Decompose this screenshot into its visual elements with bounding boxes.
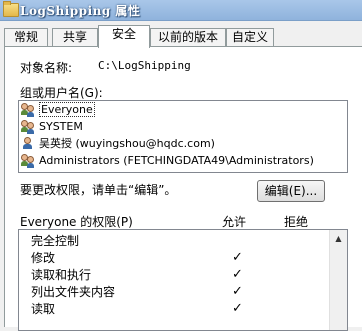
list-item[interactable]: SYSTEM — [21, 119, 83, 135]
table-row: 完全控制 — [31, 233, 79, 249]
tab-customize[interactable]: 自定义 — [226, 28, 274, 47]
user-group-icon — [21, 120, 35, 134]
object-name-value: C:\LogShipping — [98, 59, 191, 72]
title-bar: LogShipping 属性 — [0, 0, 362, 21]
table-row: 修改 — [31, 250, 55, 266]
user-group-icon — [21, 103, 35, 117]
permission-name: 列出文件夹内容 — [31, 285, 116, 299]
permissions-list: 完全控制 修改 ✓ 读取和执行 ✓ 列出文件夹内容 ✓ 读取 ✓ ▲ — [18, 229, 348, 331]
allow-column-header: 允许 — [222, 215, 247, 229]
tab-sharing[interactable]: 共享 — [52, 28, 98, 47]
table-row: 列出文件夹内容 — [31, 284, 115, 300]
window-title: LogShipping 属性 — [20, 4, 141, 18]
scroll-up-arrow-icon[interactable]: ▲ — [330, 230, 347, 247]
permission-name: 读取和执行 — [31, 268, 92, 282]
edit-button[interactable]: 编辑(E)... — [257, 180, 325, 202]
permissions-label: Everyone 的权限(P) — [20, 215, 133, 229]
allow-check: ✓ — [232, 267, 243, 282]
list-item[interactable]: Administrators (FETCHINGDATA49\Administr… — [21, 153, 314, 169]
tab-security[interactable]: 安全 — [98, 25, 150, 48]
permission-name: 读取 — [31, 302, 56, 316]
table-row: 读取和执行 — [31, 267, 91, 283]
allow-check: ✓ — [232, 301, 243, 316]
allow-check: ✓ — [232, 250, 243, 265]
permission-name: 完全控制 — [31, 234, 80, 248]
user-group-icon — [21, 154, 35, 168]
list-item[interactable]: 吴英授 (wuyingshou@hqdc.com) — [21, 136, 215, 152]
list-item[interactable]: Everyone — [21, 102, 95, 118]
tab-general[interactable]: 常规 — [4, 28, 48, 47]
change-permissions-hint: 要更改权限，请单击“编辑”。 — [20, 183, 177, 197]
groups-listbox[interactable]: Everyone SYSTEM 吴英授 (wuyingshou@hqdc.com… — [18, 100, 348, 173]
vertical-scrollbar[interactable]: ▲ — [329, 230, 347, 330]
groups-label: 组或用户名(G): — [20, 86, 103, 100]
permission-name: 修改 — [31, 251, 56, 265]
folder-icon — [3, 1, 19, 17]
deny-column-header: 拒绝 — [284, 215, 309, 229]
user-icon — [21, 137, 35, 151]
allow-check: ✓ — [232, 284, 243, 299]
tab-previous-versions[interactable]: 以前的版本 — [150, 28, 226, 47]
object-name-label: 对象名称: — [20, 61, 73, 75]
table-row: 读取 — [31, 301, 55, 317]
